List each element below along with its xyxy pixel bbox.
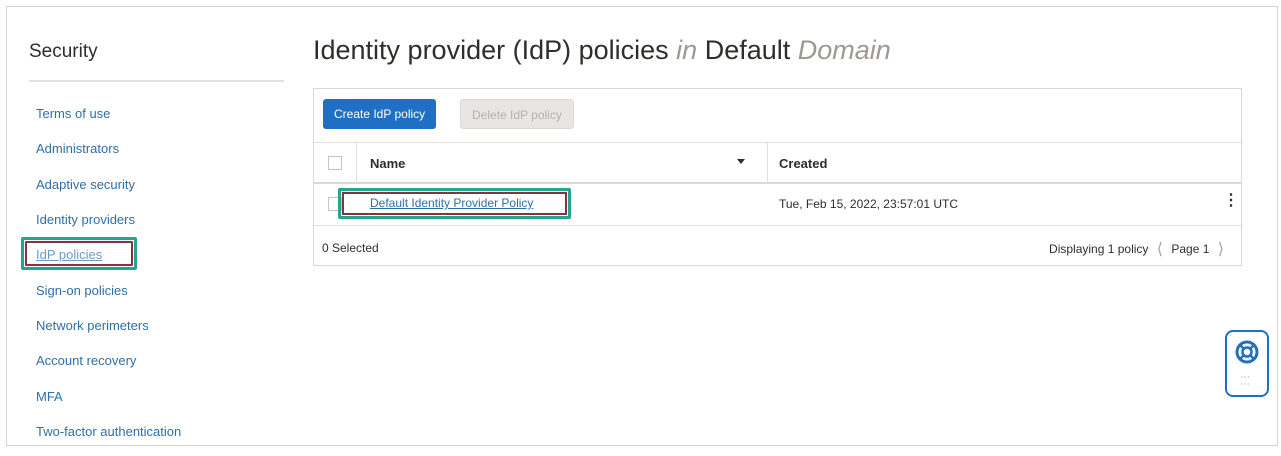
page-title-main: Identity provider (IdP) policies — [313, 35, 669, 65]
caret-down-icon[interactable] — [737, 159, 745, 164]
column-header-created[interactable]: Created — [779, 156, 827, 171]
column-divider — [356, 143, 357, 182]
sidebar-highlight-box — [21, 237, 137, 270]
column-header-name[interactable]: Name — [370, 156, 405, 171]
sidebar-item-sign-on-policies[interactable]: Sign-on policies — [36, 283, 128, 298]
delete-idp-policy-button: Delete IdP policy — [460, 99, 574, 129]
policy-created-date: Tue, Feb 15, 2022, 23:57:01 UTC — [779, 197, 958, 211]
sidebar-item-two-factor-authentication[interactable]: Two-factor authentication — [36, 424, 181, 439]
lifebuoy-icon — [1235, 340, 1259, 364]
sidebar-item-account-recovery[interactable]: Account recovery — [36, 353, 136, 368]
sidebar-item-mfa[interactable]: MFA — [36, 389, 63, 404]
select-all-checkbox[interactable] — [328, 156, 342, 170]
policies-panel: Create IdP policy Delete IdP policy Name… — [313, 88, 1242, 266]
sidebar-item-identity-providers[interactable]: Identity providers — [36, 212, 135, 227]
kebab-menu-icon[interactable]: ⋮ — [1223, 193, 1239, 209]
page-title-domain-suffix: Domain — [797, 35, 891, 65]
page-title: Identity provider (IdP) policies in Defa… — [313, 35, 891, 66]
sidebar-item-administrators[interactable]: Administrators — [36, 141, 119, 156]
page-label: Page 1 — [1171, 242, 1210, 256]
page-title-in: in — [676, 35, 698, 65]
sidebar: Security Terms of use Administrators Ada… — [29, 0, 285, 456]
selected-count: 0 Selected — [322, 241, 379, 255]
chevron-left-icon[interactable]: ⟨ — [1157, 239, 1163, 259]
column-divider — [767, 143, 768, 182]
create-idp-policy-button[interactable]: Create IdP policy — [323, 99, 437, 129]
pagination: Displaying 1 policy ⟨ Page 1 ⟩ — [1049, 239, 1229, 259]
help-widget[interactable]: ⋯ ⋯ — [1225, 330, 1269, 397]
sidebar-item-adaptive-security[interactable]: Adaptive security — [36, 177, 135, 192]
table-header: Name Created — [314, 142, 1241, 184]
chevron-right-icon[interactable]: ⟩ — [1218, 239, 1224, 259]
display-count: Displaying 1 policy — [1049, 242, 1149, 256]
drag-handle-icon[interactable]: ⋯ ⋯ — [1240, 373, 1251, 390]
sidebar-item-network-perimeters[interactable]: Network perimeters — [36, 318, 149, 333]
page-title-domain: Default — [704, 35, 791, 65]
sidebar-title: Security — [29, 41, 98, 62]
policy-link-highlight-box — [338, 188, 571, 219]
sidebar-divider — [29, 80, 284, 82]
sidebar-item-terms-of-use[interactable]: Terms of use — [36, 106, 110, 121]
table-row: Default Identity Provider Policy Tue, Fe… — [314, 184, 1241, 226]
